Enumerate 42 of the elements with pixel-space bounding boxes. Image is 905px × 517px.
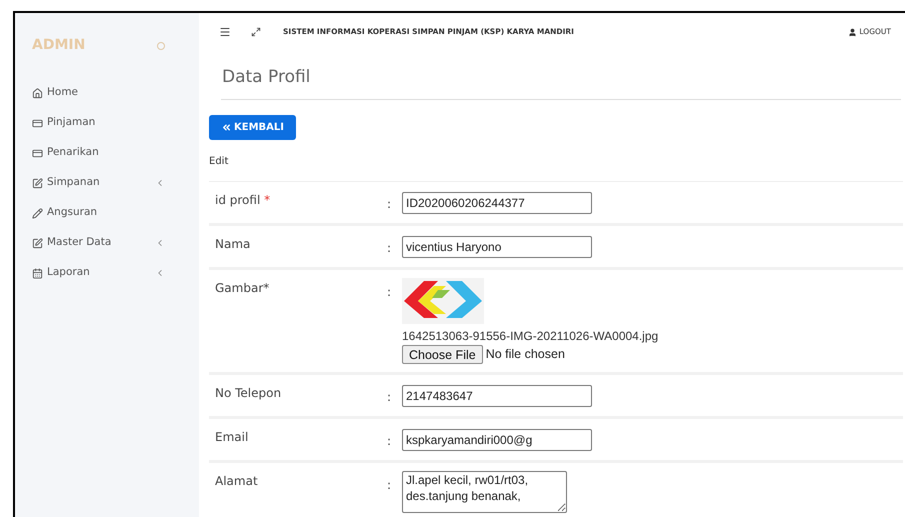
field-label: No Telepon xyxy=(214,385,282,402)
back-button[interactable]: KEMBALI xyxy=(209,115,296,140)
field-label: Email xyxy=(214,429,250,446)
pencil-icon xyxy=(32,208,43,218)
field-label: id profil * xyxy=(214,192,272,209)
text-field[interactable]: 2147483647 xyxy=(402,385,592,407)
card-icon xyxy=(32,118,43,128)
colon: : xyxy=(387,285,392,299)
file-status: No file chosen xyxy=(486,346,565,364)
text-field[interactable]: kspkaryamandiri000@g xyxy=(402,429,592,451)
card-icon xyxy=(32,148,43,158)
edit-icon xyxy=(32,178,43,188)
text-field[interactable]: ID2020060206244377 xyxy=(402,192,592,214)
text-field[interactable]: vicentius Haryono xyxy=(402,236,592,258)
edit-icon xyxy=(32,238,43,248)
colon: : xyxy=(387,197,392,211)
sidebar-item[interactable]: Penarikan xyxy=(32,138,183,168)
sidebar-item[interactable]: Laporan xyxy=(32,258,183,288)
colon: : xyxy=(387,434,392,448)
sidebar-item[interactable]: Angsuran xyxy=(32,198,183,228)
menu-icon[interactable] xyxy=(219,26,231,38)
field-label: Gambar* xyxy=(214,280,270,297)
section-label: Edit xyxy=(209,155,228,169)
calendar-icon xyxy=(32,268,43,278)
colon: : xyxy=(387,390,392,404)
field-label: Alamat xyxy=(214,473,259,490)
address-field[interactable]: Jl.apel kecil, rw01/rt03, des.tanjung benanak, xyxy=(402,471,567,513)
home-icon xyxy=(32,88,43,98)
user-icon xyxy=(848,28,858,36)
sidebar-item[interactable]: Simpanan xyxy=(32,168,183,198)
sidebar-item[interactable]: Master Data xyxy=(32,228,183,258)
field-label: Nama xyxy=(214,236,252,253)
choose-file-button[interactable]: Choose File xyxy=(402,345,483,364)
expand-icon[interactable] xyxy=(251,27,261,37)
sidebar-item[interactable]: Pinjaman xyxy=(32,108,183,138)
colon: : xyxy=(387,241,392,255)
double-chevron-icon xyxy=(221,122,232,133)
brand-title: ADMIN xyxy=(32,36,86,55)
sidebar-item[interactable]: Home xyxy=(32,78,183,108)
page-title: Data Profil xyxy=(222,66,310,90)
colon: : xyxy=(387,478,392,492)
file-name: 1642513063-91556-IMG-20211026-WA0004.jpg xyxy=(402,328,658,345)
